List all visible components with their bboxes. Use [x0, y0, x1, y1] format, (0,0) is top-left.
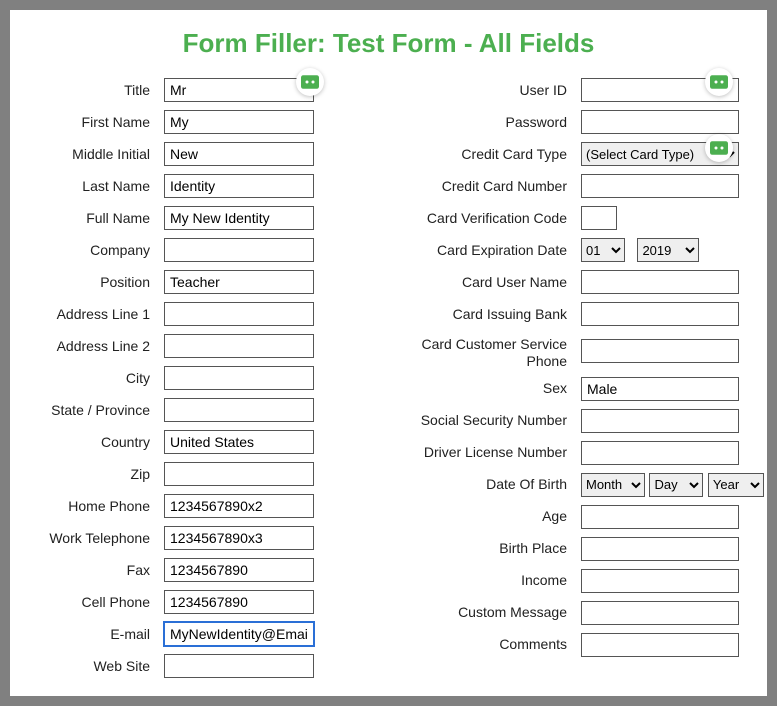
state-input[interactable]	[164, 398, 314, 422]
dln-label: Driver License Number	[413, 444, 581, 461]
age-input[interactable]	[581, 505, 739, 529]
card-bank-label: Card Issuing Bank	[413, 306, 581, 323]
dob-year-select[interactable]: Year	[708, 473, 764, 497]
form-page: Form Filler: Test Form - All Fields Titl…	[10, 10, 767, 696]
fax-label: Fax	[38, 562, 164, 579]
custom-input[interactable]	[581, 601, 739, 625]
card-type-label: Credit Card Type	[413, 146, 581, 163]
card-exp-month-select[interactable]: 01	[581, 238, 625, 262]
country-label: Country	[38, 434, 164, 451]
work-phone-input[interactable]	[164, 526, 314, 550]
ssn-input[interactable]	[581, 409, 739, 433]
card-bank-input[interactable]	[581, 302, 739, 326]
home-phone-input[interactable]	[164, 494, 314, 518]
password-label: Password	[413, 114, 581, 131]
dln-input[interactable]	[581, 441, 739, 465]
first-name-input[interactable]	[164, 110, 314, 134]
work-phone-label: Work Telephone	[38, 530, 164, 547]
password-input[interactable]	[581, 110, 739, 134]
card-number-input[interactable]	[581, 174, 739, 198]
city-input[interactable]	[164, 366, 314, 390]
middle-initial-input[interactable]	[164, 142, 314, 166]
card-user-input[interactable]	[581, 270, 739, 294]
middle-initial-label: Middle Initial	[38, 146, 164, 163]
title-label: Title	[38, 82, 164, 99]
address1-label: Address Line 1	[38, 306, 164, 323]
page-title: Form Filler: Test Form - All Fields	[38, 28, 739, 59]
company-label: Company	[38, 242, 164, 259]
state-label: State / Province	[38, 402, 164, 419]
title-input[interactable]	[164, 78, 314, 102]
birth-place-input[interactable]	[581, 537, 739, 561]
income-label: Income	[413, 572, 581, 589]
card-service-label: Card Customer Service Phone	[413, 333, 581, 370]
position-input[interactable]	[164, 270, 314, 294]
comments-input[interactable]	[581, 633, 739, 657]
user-id-label: User ID	[413, 82, 581, 99]
website-input[interactable]	[164, 654, 314, 678]
last-name-label: Last Name	[38, 178, 164, 195]
card-exp-label: Card Expiration Date	[413, 242, 581, 259]
email-input[interactable]	[164, 622, 314, 646]
ssn-label: Social Security Number	[413, 412, 581, 429]
address2-label: Address Line 2	[38, 338, 164, 355]
full-name-label: Full Name	[38, 210, 164, 227]
dob-label: Date Of Birth	[413, 476, 581, 493]
first-name-label: First Name	[38, 114, 164, 131]
full-name-input[interactable]	[164, 206, 314, 230]
card-number-label: Credit Card Number	[413, 178, 581, 195]
roboform-badge-icon[interactable]	[705, 134, 733, 162]
birth-place-label: Birth Place	[413, 540, 581, 557]
company-input[interactable]	[164, 238, 314, 262]
sex-label: Sex	[413, 380, 581, 397]
right-column: User ID Password Credit Card Type (Selec…	[413, 77, 739, 685]
income-input[interactable]	[581, 569, 739, 593]
country-input[interactable]	[164, 430, 314, 454]
address2-input[interactable]	[164, 334, 314, 358]
age-label: Age	[413, 508, 581, 525]
dob-month-select[interactable]: Month	[581, 473, 645, 497]
last-name-input[interactable]	[164, 174, 314, 198]
card-exp-year-select[interactable]: 2019	[637, 238, 699, 262]
fax-input[interactable]	[164, 558, 314, 582]
city-label: City	[38, 370, 164, 387]
zip-input[interactable]	[164, 462, 314, 486]
cvv-label: Card Verification Code	[413, 210, 581, 227]
dob-day-select[interactable]: Day	[649, 473, 703, 497]
cell-phone-input[interactable]	[164, 590, 314, 614]
card-user-label: Card User Name	[413, 274, 581, 291]
email-label: E-mail	[38, 626, 164, 643]
home-phone-label: Home Phone	[38, 498, 164, 515]
custom-label: Custom Message	[413, 604, 581, 621]
roboform-badge-icon[interactable]	[296, 68, 324, 96]
website-label: Web Site	[38, 658, 164, 675]
cell-phone-label: Cell Phone	[38, 594, 164, 611]
roboform-badge-icon[interactable]	[705, 68, 733, 96]
position-label: Position	[38, 274, 164, 291]
left-column: Title First Name Middle Initial Last Nam…	[38, 77, 353, 685]
card-service-input[interactable]	[581, 339, 739, 363]
address1-input[interactable]	[164, 302, 314, 326]
cvv-input[interactable]	[581, 206, 617, 230]
sex-input[interactable]	[581, 377, 739, 401]
comments-label: Comments	[413, 636, 581, 653]
zip-label: Zip	[38, 466, 164, 483]
